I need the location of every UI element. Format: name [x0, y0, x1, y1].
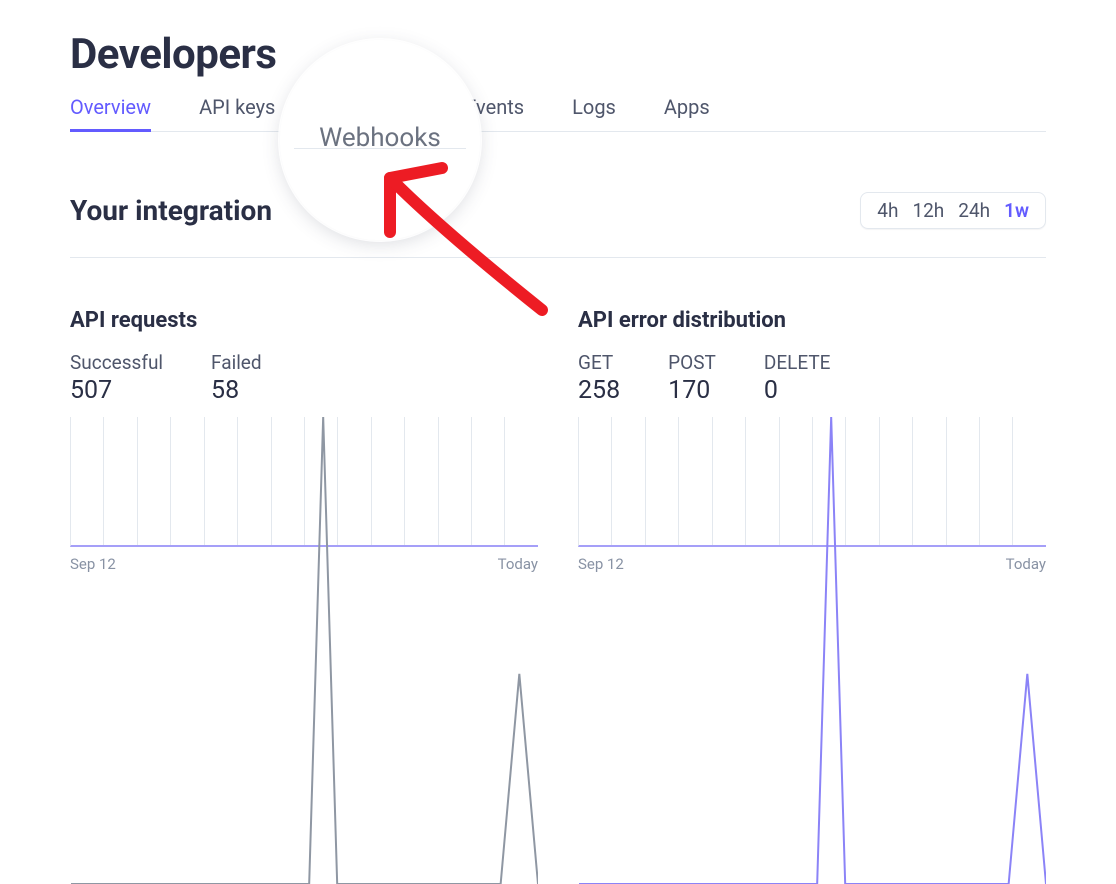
tab-events[interactable]: Events	[465, 87, 524, 132]
sparkline-failed-icon	[71, 417, 538, 884]
range-24h[interactable]: 24h	[958, 199, 990, 222]
stat-label: Successful	[70, 351, 163, 374]
tab-api-keys[interactable]: API keys	[199, 87, 275, 132]
card-title: API requests	[70, 308, 538, 333]
tab-overview[interactable]: Overview	[70, 87, 151, 132]
stat-value: 507	[70, 376, 163, 405]
stat-label: Failed	[211, 351, 262, 374]
page-title: Developers	[70, 30, 1046, 79]
chart-api-errors	[578, 417, 1046, 547]
stat-failed: Failed 58	[211, 351, 262, 405]
section-divider	[70, 257, 1046, 258]
stat-value: 58	[211, 376, 262, 405]
stat-get: GET 258	[578, 351, 620, 405]
range-12h[interactable]: 12h	[912, 199, 944, 222]
stat-value: 0	[764, 376, 831, 405]
sparkline-errors-icon	[579, 417, 1046, 884]
tab-apps[interactable]: Apps	[664, 87, 710, 132]
range-1w[interactable]: 1w	[1004, 199, 1029, 222]
tab-logs[interactable]: Logs	[572, 87, 616, 132]
stat-successful: Successful 507	[70, 351, 163, 405]
hand-drawn-arrow-icon	[372, 160, 572, 330]
chart-api-requests	[70, 417, 538, 547]
section-title: Your integration	[70, 194, 272, 227]
range-4h[interactable]: 4h	[877, 199, 898, 222]
stat-label: POST	[668, 351, 716, 374]
tabs: Overview API keys Webhooks Events Logs A…	[70, 87, 1046, 132]
card-api-requests: API requests Successful 507 Failed 58	[70, 308, 538, 573]
stat-label: DELETE	[764, 351, 831, 374]
card-api-errors: API error distribution GET 258 POST 170 …	[578, 308, 1046, 573]
card-title: API error distribution	[578, 308, 1046, 333]
stat-value: 258	[578, 376, 620, 405]
time-range-picker: 4h 12h 24h 1w	[860, 192, 1046, 229]
stat-delete: DELETE 0	[764, 351, 831, 405]
stat-post: POST 170	[668, 351, 716, 405]
stat-value: 170	[668, 376, 716, 405]
stat-label: GET	[578, 351, 620, 374]
